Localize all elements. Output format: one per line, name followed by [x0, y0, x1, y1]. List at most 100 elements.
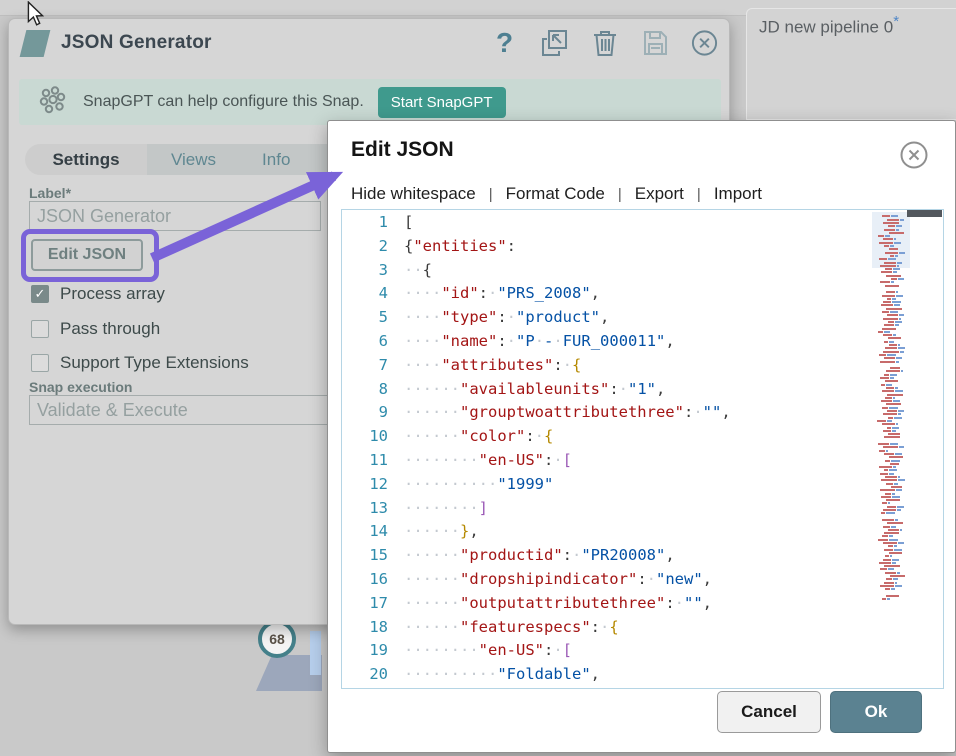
minimap-line [876, 417, 906, 419]
minimap-line [876, 308, 906, 310]
code-area[interactable]: 1[2{"entities":3··{4····"id":·"PRS_2008"… [342, 211, 943, 688]
line-number: 6 [342, 330, 388, 354]
minimap-line [876, 367, 906, 369]
minimap-line [876, 219, 906, 221]
minimap-line [876, 304, 906, 306]
minimap-line [876, 314, 906, 316]
checkbox-process-array[interactable]: ✓ Process array [31, 283, 165, 305]
open-in-new-icon[interactable] [540, 28, 569, 58]
line-number: 7 [342, 354, 388, 378]
code-line[interactable]: 17······"outputattributethree":·"", [342, 592, 943, 616]
minimap-line [876, 407, 906, 409]
minimap-line [876, 374, 906, 376]
close-icon[interactable] [690, 28, 719, 58]
minimap-line [876, 225, 906, 227]
code-line[interactable]: 1[ [342, 211, 943, 235]
code-line[interactable]: 11········"en-US":·[ [342, 449, 943, 473]
minimap-line [876, 526, 906, 528]
minimap-line [876, 361, 906, 363]
code-line[interactable]: 15······"productid":·"PR20008", [342, 544, 943, 568]
code-line[interactable]: 6····"name":·"P·-·FUR_000011", [342, 330, 943, 354]
snap-execution-caption: Snap execution [29, 379, 132, 395]
minimap-line [876, 486, 906, 488]
minimap-line [876, 542, 906, 544]
code-line[interactable]: 3··{ [342, 259, 943, 283]
minimap-line [876, 394, 906, 396]
import-link[interactable]: Import [714, 184, 762, 204]
hide-whitespace-link[interactable]: Hide whitespace [351, 184, 476, 204]
minimap-line [876, 473, 906, 475]
minimap-line [876, 483, 906, 485]
edit-json-modal: Edit JSON Hide whitespace| Format Code| … [327, 120, 956, 753]
json-code-editor[interactable]: 1[2{"entities":3··{4····"id":·"PRS_2008"… [341, 209, 944, 689]
minimap-line [876, 370, 906, 372]
code-line[interactable]: 16······"dropshipindicator":·"new", [342, 568, 943, 592]
line-number: 3 [342, 259, 388, 283]
code-line[interactable]: 5····"type":·"product", [342, 306, 943, 330]
minimap-line [876, 450, 906, 452]
minimap-line [876, 423, 906, 425]
minimap-line [876, 341, 906, 343]
minimap-line [876, 268, 906, 270]
export-link[interactable]: Export [635, 184, 684, 204]
label-input[interactable]: JSON Generator [29, 201, 321, 231]
tab-info[interactable]: Info [262, 150, 290, 170]
minimap-line [876, 578, 906, 580]
tab-views[interactable]: Views [171, 150, 216, 170]
snapgpt-banner: SnapGPT can help configure this Snap. St… [19, 79, 721, 125]
minimap-line [876, 598, 906, 600]
modal-close-icon[interactable] [899, 140, 929, 170]
cancel-button[interactable]: Cancel [717, 691, 821, 733]
minimap-line [876, 427, 906, 429]
save-icon[interactable] [640, 28, 669, 58]
code-line[interactable]: 8······"availableunits":·"1", [342, 378, 943, 402]
code-line[interactable]: 14······}, [342, 520, 943, 544]
format-code-link[interactable]: Format Code [506, 184, 605, 204]
ok-button[interactable]: Ok [830, 691, 922, 733]
line-number: 2 [342, 235, 388, 259]
minimap-line [876, 245, 906, 247]
line-number: 9 [342, 401, 388, 425]
editor-toolbar: Hide whitespace| Format Code| Export| Im… [351, 184, 762, 204]
minimap-line [876, 522, 906, 524]
checkbox-support-type-extensions[interactable]: ✓ Support Type Extensions [31, 352, 249, 374]
code-line[interactable]: 12··········"1999" [342, 473, 943, 497]
pipeline-tab[interactable]: JD new pipeline 0* [746, 8, 956, 120]
code-line[interactable]: 18······"featurespecs":·{ [342, 616, 943, 640]
delete-icon[interactable] [590, 28, 619, 58]
minimap-line [876, 252, 906, 254]
minimap-line [876, 354, 906, 356]
code-line[interactable]: 2{"entities": [342, 235, 943, 259]
minimap-line [876, 466, 906, 468]
document-count-badge[interactable]: 68 [258, 620, 296, 658]
minimap-line [876, 493, 906, 495]
code-line[interactable]: 10······"color":·{ [342, 425, 943, 449]
minimap-line [876, 453, 906, 455]
minimap-line [876, 397, 906, 399]
checkbox-pass-through[interactable]: ✓ Pass through [31, 318, 160, 340]
minimap-line [876, 380, 906, 382]
minimap-line [876, 512, 906, 514]
code-line[interactable]: 7····"attributes":·{ [342, 354, 943, 378]
start-snapgpt-button[interactable]: Start SnapGPT [378, 87, 506, 118]
minimap-line [876, 357, 906, 359]
code-line[interactable]: 20··········"Foldable", [342, 663, 943, 687]
scrollbar-thumb[interactable] [907, 210, 942, 217]
line-number: 19 [342, 639, 388, 663]
editor-minimap[interactable] [876, 212, 906, 652]
tab-settings[interactable]: Settings [25, 144, 147, 175]
minimap-line [876, 582, 906, 584]
line-number: 4 [342, 282, 388, 306]
code-line[interactable]: 19········"en-US":·[ [342, 639, 943, 663]
minimap-line [876, 479, 906, 481]
code-line[interactable]: 4····"id":·"PRS_2008", [342, 282, 943, 306]
code-line[interactable]: 9······"grouptwoattributethree":·"", [342, 401, 943, 425]
minimap-line [876, 275, 906, 277]
snap-execution-select[interactable]: Validate & Execute [29, 395, 329, 425]
minimap-line [876, 433, 906, 435]
code-line[interactable]: 13········] [342, 497, 943, 521]
canvas: JD new pipeline 0* 68 JSON Generator ? [0, 0, 956, 756]
line-number: 12 [342, 473, 388, 497]
minimap-line [876, 535, 906, 537]
help-icon[interactable]: ? [490, 28, 519, 58]
